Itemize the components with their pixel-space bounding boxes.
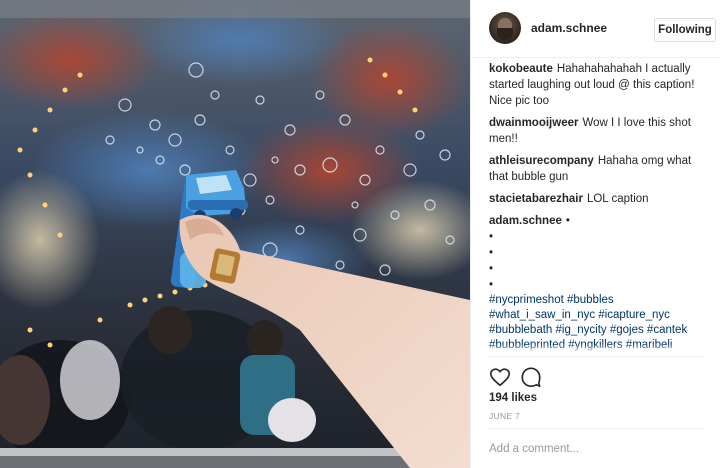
post-username[interactable]: adam.schnee: [531, 21, 607, 35]
comment-username[interactable]: stacietabarezhair: [489, 193, 583, 205]
comment: stacietabarezhair LOL caption: [489, 191, 713, 207]
avatar[interactable]: [489, 12, 521, 44]
comment-username[interactable]: kokobeaute: [489, 63, 553, 75]
post-photo[interactable]: [0, 0, 470, 468]
heart-icon[interactable]: [489, 366, 511, 388]
comments-list[interactable]: kokobeaute Hahahahahahah I actually start…: [489, 58, 713, 354]
comment: athleisurecompany Hahaha omg what that bu…: [489, 153, 713, 185]
comments-fade: [489, 344, 713, 354]
caption: adam.schnee • • • • • #nycprimeshot #bubb…: [489, 213, 713, 354]
caption-dot: •: [489, 263, 494, 275]
post-view: adam.schnee Following kokobeaute Hahahaha…: [0, 0, 720, 468]
comment-text: LOL caption: [586, 193, 649, 205]
comment: kokobeaute Hahahahahahah I actually start…: [489, 61, 713, 109]
avatar-beard: [497, 28, 513, 40]
caption-dot: •: [489, 231, 494, 243]
caption-dot: •: [489, 247, 494, 259]
comment-bubble-icon[interactable]: [520, 366, 542, 388]
post-date: JUNE 7: [489, 411, 521, 421]
post-sidebar: adam.schnee Following kokobeaute Hahahaha…: [470, 0, 720, 468]
comment: dwainmooijweer Wow I I love this shot men…: [489, 115, 713, 147]
likes-count[interactable]: 194 likes: [489, 392, 537, 404]
comment-username[interactable]: athleisurecompany: [489, 155, 594, 167]
post-header: adam.schnee Following: [471, 0, 720, 58]
comment-username[interactable]: dwainmooijweer: [489, 117, 578, 129]
divider: [489, 356, 703, 357]
photo-image: [0, 0, 470, 468]
following-button[interactable]: Following: [654, 18, 716, 42]
caption-dot: •: [489, 279, 494, 291]
add-comment-input[interactable]: [489, 440, 703, 458]
caption-dots: • • • •: [489, 229, 713, 293]
caption-first-line: •: [565, 215, 570, 227]
divider: [489, 428, 703, 429]
caption-username[interactable]: adam.schnee: [489, 215, 562, 227]
